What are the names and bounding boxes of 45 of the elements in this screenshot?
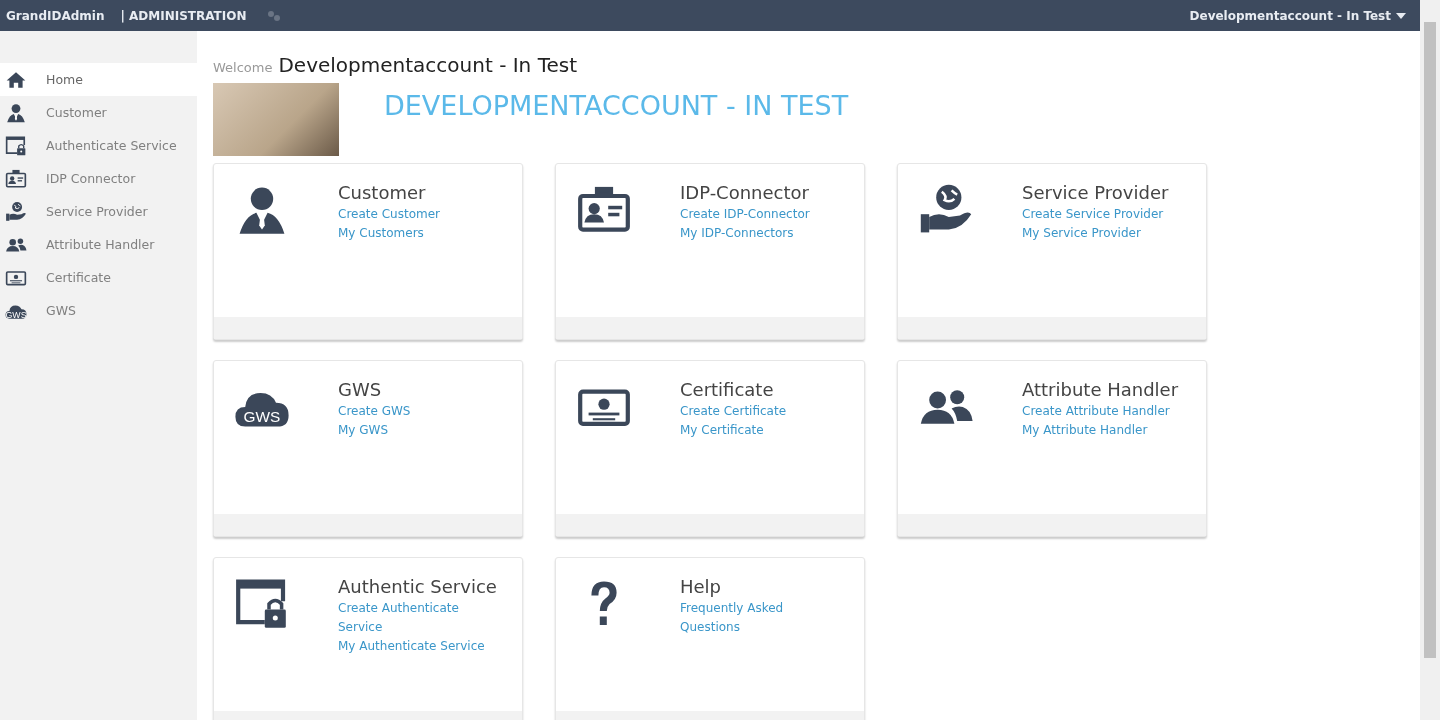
- card-link[interactable]: Create GWS: [338, 402, 503, 421]
- card-link[interactable]: Frequently Asked Questions: [680, 599, 845, 637]
- card-link[interactable]: Create IDP-Connector: [680, 205, 845, 224]
- sidebar-item[interactable]: Customer: [0, 96, 197, 129]
- card-link[interactable]: My Authenticate Service: [338, 637, 503, 656]
- sidebar-item[interactable]: Certificate: [0, 261, 197, 294]
- scrollbar-thumb[interactable]: [1424, 22, 1436, 658]
- card-link[interactable]: My Attribute Handler: [1022, 421, 1187, 440]
- card-title: Attribute Handler: [1022, 379, 1180, 400]
- person-icon: [5, 101, 27, 124]
- card-title: Help: [680, 576, 723, 597]
- card-link[interactable]: Create Service Provider: [1022, 205, 1187, 224]
- account-dropdown[interactable]: Developmentaccount - In Test: [1189, 8, 1406, 23]
- card-link[interactable]: My IDP-Connectors: [680, 224, 845, 243]
- card-link[interactable]: Create Customer: [338, 205, 503, 224]
- card-title: IDP-Connector: [680, 182, 810, 203]
- hand-globe-icon: [5, 200, 27, 223]
- brand-name: GrandIDAdmin: [6, 8, 105, 23]
- card-link[interactable]: Create Certificate: [680, 402, 845, 421]
- sidebar-item[interactable]: Home: [0, 63, 197, 96]
- account-name: Developmentaccount - In Test: [278, 53, 578, 77]
- sidebar-item[interactable]: GWS GWS: [0, 294, 197, 327]
- account-heading: DEVELOPMENTACCOUNT - IN TEST: [384, 90, 849, 121]
- card-title: Certificate: [680, 379, 775, 400]
- sidebar-item[interactable]: Service Provider: [0, 195, 197, 228]
- card-title: Customer: [338, 182, 427, 203]
- card-link[interactable]: Create Attribute Handler: [1022, 402, 1187, 421]
- sidebar-item[interactable]: IDP Connector: [0, 162, 197, 195]
- scrollbar[interactable]: [1420, 0, 1440, 720]
- section-title: | ADMINISTRATION: [120, 8, 247, 23]
- card-link[interactable]: Create Authenticate Service: [338, 599, 503, 637]
- caret-icon: [1396, 12, 1406, 19]
- card-title: Authentic Service: [338, 576, 498, 597]
- card-link[interactable]: My Customers: [338, 224, 503, 243]
- card-link[interactable]: My GWS: [338, 421, 503, 440]
- gears-icon: [266, 9, 281, 22]
- card-title: GWS: [338, 379, 383, 400]
- card-link[interactable]: My Certificate: [680, 421, 845, 440]
- card-title: Service Provider: [1022, 182, 1170, 203]
- welcome-label: Welcome: [213, 60, 273, 75]
- card-link[interactable]: My Service Provider: [1022, 224, 1187, 243]
- window-lock-icon: [5, 134, 27, 157]
- sidebar-item[interactable]: Attribute Handler: [0, 228, 197, 261]
- id-card-icon: [5, 167, 27, 190]
- sidebar-item[interactable]: Authenticate Service: [0, 129, 197, 162]
